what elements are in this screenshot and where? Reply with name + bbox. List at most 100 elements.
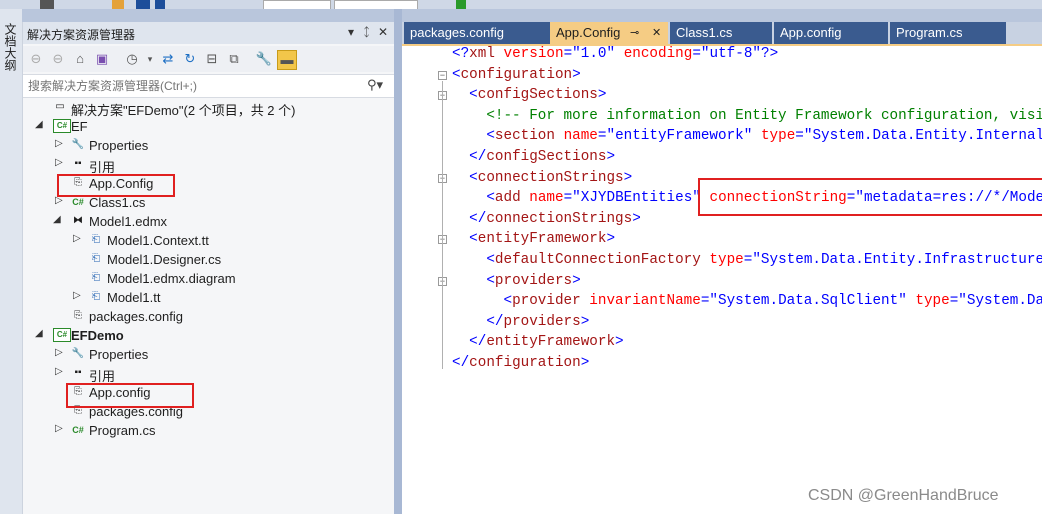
fold-toggle-icon[interactable]: − xyxy=(438,70,447,80)
expand-arrow-icon[interactable]: ▷ xyxy=(73,290,83,301)
tree-item[interactable]: ◢ C# EF xyxy=(23,117,395,136)
code-token: > xyxy=(606,149,616,165)
code-line[interactable]: <configuration> xyxy=(452,65,581,85)
editor-tab[interactable]: Program.cs xyxy=(890,22,1006,44)
editor-tab[interactable]: App.config xyxy=(774,22,888,44)
window-dropdown-icon[interactable]: ▾ xyxy=(348,25,354,39)
tree-item[interactable]: ◢ ⧓ Model1.edmx xyxy=(23,212,395,231)
collapse-all-icon[interactable]: ⊟ xyxy=(203,50,221,68)
toolbar-icon-fragment[interactable] xyxy=(112,0,124,9)
solution-search-box[interactable]: ⚲▾ xyxy=(23,74,395,98)
tree-item[interactable]: ▷ ⎗ Model1.Context.tt xyxy=(23,231,395,250)
code-token: name xyxy=(529,190,564,207)
code-line[interactable]: </configuration> xyxy=(452,353,589,373)
wrench-icon: 🔧 xyxy=(71,348,85,359)
tree-item[interactable]: ▷ C# Program.cs xyxy=(23,421,395,440)
collapse-arrow-icon[interactable]: ◢ xyxy=(53,214,63,225)
code-token: </ xyxy=(452,149,487,165)
show-all-files-icon[interactable]: ⧉ xyxy=(225,50,243,68)
document-outline-label[interactable]: 文档大纲 xyxy=(2,23,19,71)
tree-item[interactable]: ▷ ▪▪ 引用 xyxy=(23,364,395,384)
refresh-icon[interactable]: ↻ xyxy=(181,50,199,68)
sync-icon[interactable]: ⇄ xyxy=(159,50,177,68)
code-line[interactable]: </entityFramework> xyxy=(452,332,623,352)
edmx-icon: ⧓ xyxy=(73,215,83,226)
toolbar-icon-fragment[interactable] xyxy=(40,0,54,9)
pin-icon[interactable]: ᛨ xyxy=(363,25,370,39)
pending-changes-icon[interactable]: ◷ xyxy=(123,50,141,68)
code-line[interactable]: <provider invariantName="System.Data.Sql… xyxy=(452,291,1042,311)
tree-item[interactable]: ▷ ▪▪ 引用 xyxy=(23,155,395,175)
chevron-down-icon[interactable]: ▾ xyxy=(141,50,159,68)
collapse-arrow-icon[interactable]: ◢ xyxy=(35,328,45,339)
tree-item[interactable]: ⎗ Model1.Designer.cs xyxy=(23,250,395,269)
search-input[interactable] xyxy=(26,77,360,95)
panel-splitter[interactable] xyxy=(394,9,402,514)
pin-tab-icon[interactable]: ⊸ xyxy=(630,22,639,44)
editor-tab[interactable]: App.Config ⊸ ✕ xyxy=(550,22,668,44)
code-line[interactable]: <!-- For more information on Entity Fram… xyxy=(452,106,1042,126)
expand-arrow-icon[interactable]: ▷ xyxy=(73,233,83,244)
code-token: provider xyxy=(512,293,581,310)
tree-item-label: Properties xyxy=(89,138,149,153)
editor-tab[interactable]: Class1.cs xyxy=(670,22,772,44)
expand-arrow-icon[interactable]: ▷ xyxy=(55,347,65,358)
code-line[interactable]: <providers> xyxy=(452,271,580,291)
code-line[interactable]: <section name="entityFramework" type="Sy… xyxy=(452,126,1042,146)
watermark-text: CSDN @GreenHandBruce xyxy=(808,487,999,504)
tree-item-label: packages.config xyxy=(89,309,183,324)
code-token: " xyxy=(606,46,616,62)
code-token: =" xyxy=(597,128,616,145)
expand-arrow-icon[interactable]: ▷ xyxy=(55,423,65,434)
expand-arrow-icon[interactable]: ▷ xyxy=(55,157,65,168)
tree-item[interactable]: ⎘ packages.config xyxy=(23,307,395,326)
code-line[interactable]: </configSections> xyxy=(452,147,615,167)
document-outline-rail[interactable]: 文档大纲 xyxy=(0,9,22,514)
home-icon[interactable]: ⌂ xyxy=(71,50,89,68)
collapse-arrow-icon[interactable]: ◢ xyxy=(35,119,45,130)
code-line[interactable]: <entityFramework> xyxy=(452,229,615,249)
code-token: configSections xyxy=(486,149,607,165)
code-line[interactable]: <configSections> xyxy=(452,85,606,105)
tree-item[interactable]: ▷ 🔧 Properties xyxy=(23,345,395,364)
tree-item[interactable]: ⎗ Model1.edmx.diagram xyxy=(23,269,395,288)
close-icon[interactable]: ✕ xyxy=(378,25,388,39)
code-editor[interactable]: <?xml version="1.0" encoding="utf-8"?> <c… xyxy=(402,46,1042,514)
platform-dropdown[interactable] xyxy=(334,0,418,9)
start-icon[interactable] xyxy=(456,0,466,9)
expand-arrow-icon[interactable]: ▷ xyxy=(55,138,65,149)
tree-item[interactable]: ▷ 🔧 Properties xyxy=(23,136,395,155)
tree-item[interactable]: ▭ 解决方案"EFDemo"(2 个项目，共 2 个) xyxy=(23,98,395,118)
close-tab-icon[interactable]: ✕ xyxy=(652,22,661,44)
fold-guide-line xyxy=(442,80,443,369)
save-all-icon[interactable] xyxy=(155,0,165,9)
code-line[interactable]: <connectionStrings> xyxy=(452,168,632,188)
save-icon[interactable] xyxy=(136,0,150,9)
csharp-file-icon: C# xyxy=(72,425,84,435)
code-token: type xyxy=(915,293,950,310)
code-line[interactable]: </connectionStrings> xyxy=(452,209,641,229)
code-line[interactable]: <?xml version="1.0" encoding="utf-8"?> xyxy=(452,46,778,64)
code-token: XJYDBEntities xyxy=(580,190,693,207)
tree-item[interactable]: ▷ ⎗ Model1.tt xyxy=(23,288,395,307)
solution-explorer-title: 解决方案资源管理器 xyxy=(27,28,136,42)
code-token: > xyxy=(580,355,590,371)
code-line[interactable]: <defaultConnectionFactory type="System.D… xyxy=(452,250,1042,270)
properties-wrench-icon[interactable]: 🔧 xyxy=(255,50,273,68)
editor-tab-label: packages.config xyxy=(410,25,504,40)
expand-arrow-icon[interactable]: ▷ xyxy=(55,366,65,377)
config-dropdown[interactable] xyxy=(263,0,331,9)
tree-item[interactable]: ◢ C# EFDemo xyxy=(23,326,395,345)
preview-selected-icon[interactable]: ▬ xyxy=(277,50,297,70)
code-token: < xyxy=(452,169,478,186)
search-icon[interactable]: ⚲▾ xyxy=(367,77,383,93)
tree-item-label: Model1.Designer.cs xyxy=(107,252,222,267)
forward-icon[interactable]: ⊖ xyxy=(49,50,67,68)
csharp-project-icon: C# xyxy=(53,119,71,133)
code-line[interactable]: </providers> xyxy=(452,312,589,332)
switch-views-icon[interactable]: ▣ xyxy=(93,50,111,68)
editor-tab[interactable]: packages.config xyxy=(404,22,550,44)
back-icon[interactable]: ⊖ xyxy=(27,50,45,68)
